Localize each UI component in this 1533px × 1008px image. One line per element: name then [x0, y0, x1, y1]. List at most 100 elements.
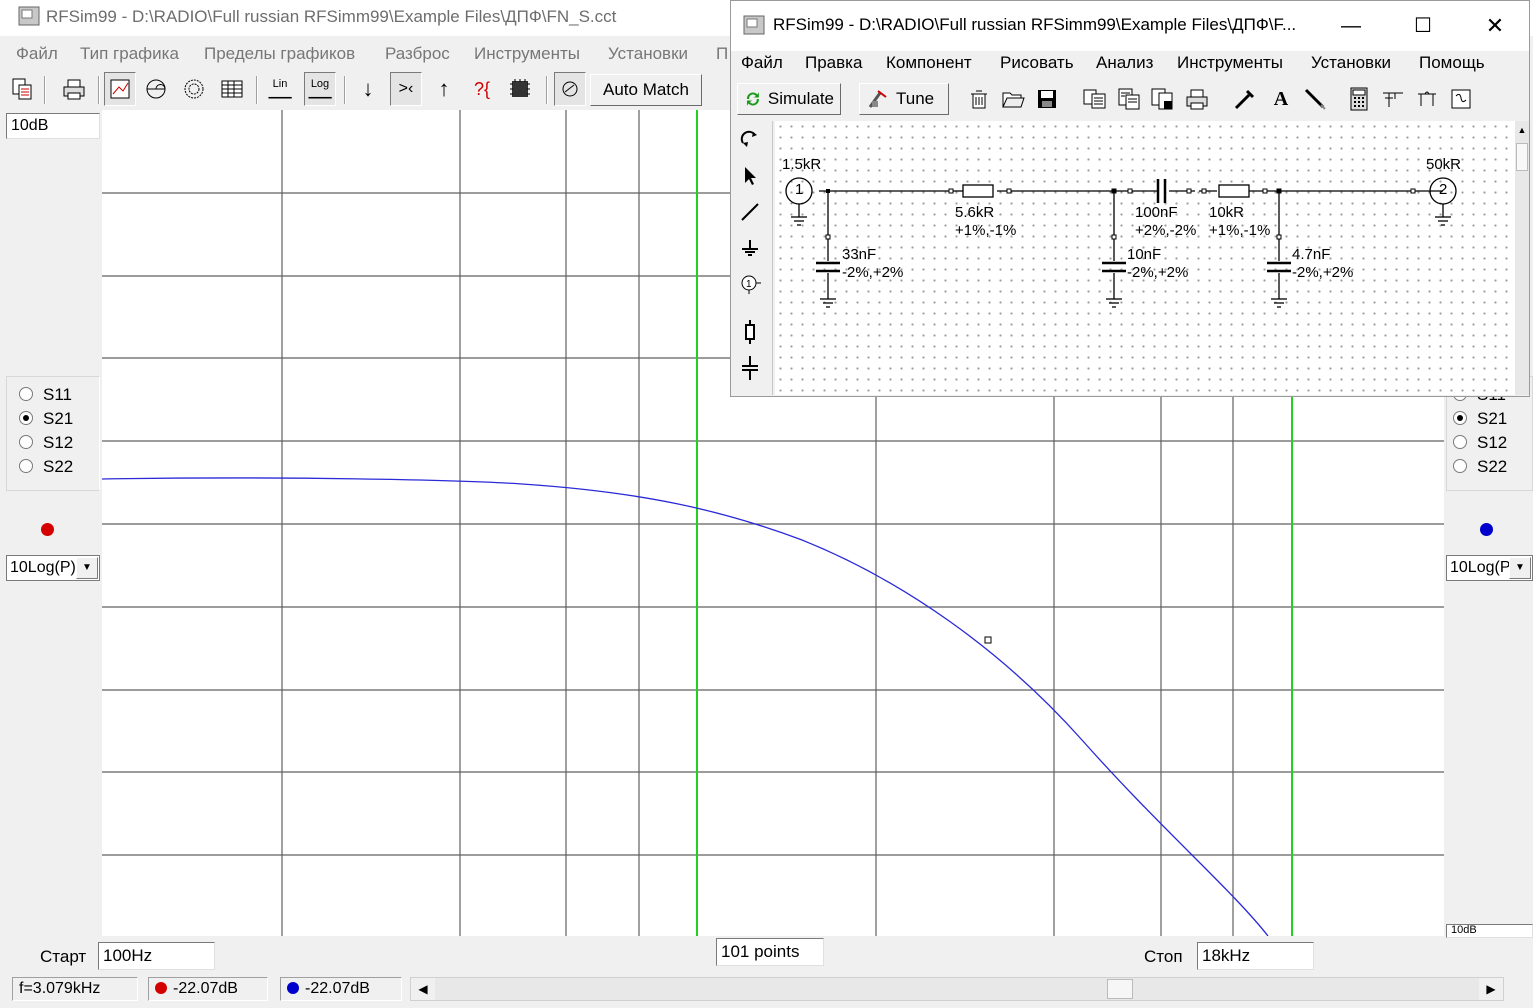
log-scale-icon[interactable]: Log ▁▁▁ [304, 72, 336, 106]
fmenu-analysis[interactable]: Анализ [1096, 53, 1153, 73]
duplicate-icon[interactable] [1149, 85, 1177, 113]
arrows-in-icon[interactable]: >‹ [390, 72, 422, 106]
start-freq-input[interactable]: 100Hz [98, 942, 215, 970]
stub-icon[interactable] [1413, 85, 1441, 113]
wire-icon[interactable] [735, 197, 765, 227]
horizontal-scrollbar[interactable]: ◀ ▶ [410, 977, 1504, 1001]
transmission-line-icon[interactable] [1379, 85, 1407, 113]
maximize-icon[interactable]: ☐ [1403, 11, 1443, 41]
scroll-thumb[interactable] [1107, 979, 1133, 999]
left-radio-s21-button[interactable] [19, 411, 33, 425]
capacitor-icon[interactable] [735, 353, 765, 383]
c4-value[interactable]: 4.7nF [1292, 246, 1330, 263]
fmenu-draw[interactable]: Рисовать [1000, 53, 1074, 73]
schematic-window[interactable]: RFSim99 - D:\RADIO\Full russian RFSimm99… [730, 0, 1530, 397]
left-radio-s11[interactable]: S11 [19, 385, 72, 405]
c1-value[interactable]: 33nF [842, 246, 876, 263]
arrow-down-icon[interactable]: ↓ [352, 72, 384, 106]
simulate-button[interactable]: Simulate [737, 83, 841, 115]
copy-component-icon[interactable] [1081, 85, 1109, 113]
delete-icon[interactable] [965, 85, 993, 113]
left-scale-mode-select[interactable]: 10Log(P) ▼ [6, 555, 100, 581]
fmenu-help[interactable]: Помощь [1419, 53, 1485, 73]
fmenu-file[interactable]: Файл [741, 53, 783, 73]
function-icon[interactable] [1447, 85, 1475, 113]
scroll-up-icon[interactable]: ▲ [1515, 121, 1529, 139]
right-radio-s12-button[interactable] [1453, 435, 1467, 449]
smith-chart-icon[interactable] [140, 72, 172, 106]
fmenu-settings[interactable]: Установки [1311, 53, 1391, 73]
paste-icon[interactable] [1115, 85, 1143, 113]
points-input[interactable]: 101 points [716, 938, 824, 966]
right-trace-color-dot[interactable] [1480, 523, 1493, 536]
open-folder-icon[interactable] [999, 85, 1027, 113]
left-radio-s22-button[interactable] [19, 459, 33, 473]
chevron-down-icon[interactable]: ▼ [1509, 557, 1531, 579]
pencil-icon[interactable] [1301, 85, 1329, 113]
menu-file[interactable]: Файл [16, 44, 58, 64]
right-radio-s21[interactable]: S21 [1453, 409, 1507, 429]
table-icon[interactable] [216, 72, 248, 106]
right-radio-s22-button[interactable] [1453, 459, 1467, 473]
c2-value[interactable]: 10nF [1127, 246, 1161, 263]
menu-settings[interactable]: Установки [608, 44, 688, 64]
right-radio-s21-button[interactable] [1453, 411, 1467, 425]
rect-plot-icon[interactable] [104, 72, 136, 106]
right-radio-s12-label: S12 [1477, 433, 1508, 452]
chevron-down-icon[interactable]: ▼ [76, 557, 98, 579]
schematic-vertical-scrollbar[interactable]: ▲ [1515, 121, 1529, 395]
left-trace-color-dot[interactable] [41, 523, 54, 536]
menu-graph-type[interactable]: Тип графика [80, 44, 179, 64]
save-icon[interactable] [1033, 85, 1061, 113]
menu-more[interactable]: П [716, 44, 728, 64]
print-icon[interactable] [58, 72, 90, 106]
auto-match-button[interactable]: Auto Match [590, 74, 702, 106]
scroll-thumb[interactable] [1516, 143, 1528, 171]
menu-graph-limits[interactable]: Пределы графиков [204, 44, 355, 64]
left-scale-field[interactable]: 10dB [6, 113, 100, 139]
component-icon[interactable] [504, 72, 536, 106]
right-radio-s12[interactable]: S12 [1453, 433, 1507, 453]
select-arrow-icon[interactable] [735, 161, 765, 191]
arrow-up-icon[interactable]: ↑ [428, 72, 460, 106]
rotate-icon[interactable] [735, 125, 765, 155]
scroll-left-icon[interactable]: ◀ [411, 978, 435, 1000]
r2-value[interactable]: 10kR [1209, 204, 1244, 221]
front-window-titlebar[interactable]: RFSim99 - D:\RADIO\Full russian RFSimm99… [731, 1, 1529, 51]
polar-chart-icon[interactable] [178, 72, 210, 106]
schematic-canvas[interactable]: 1 1.5kR 2 50kR 5.6kR +1%,-1% 33nF -2%,+2… [775, 121, 1515, 395]
close-icon[interactable]: ✕ [1475, 11, 1515, 41]
right-scale-mode-select[interactable]: 10Log(P) ▼ [1446, 555, 1533, 581]
fmenu-edit[interactable]: Правка [805, 53, 862, 73]
scroll-right-icon[interactable]: ▶ [1479, 978, 1503, 1000]
left-radio-s12[interactable]: S12 [19, 433, 73, 453]
right-scale-field[interactable]: 10dB [1446, 924, 1533, 938]
calculator-icon[interactable] [1345, 85, 1373, 113]
left-radio-s11-button[interactable] [19, 387, 33, 401]
print-icon[interactable] [1183, 85, 1211, 113]
probe-icon[interactable] [1231, 85, 1259, 113]
ground-icon[interactable] [735, 233, 765, 263]
text-icon[interactable]: A [1267, 85, 1295, 113]
match-icon[interactable] [554, 72, 586, 106]
menu-spread[interactable]: Разброс [385, 44, 450, 64]
left-radio-s21[interactable]: S21 [19, 409, 73, 429]
lin-scale-icon[interactable]: Lin ▁▁▁ [264, 72, 296, 106]
copy-icon[interactable] [6, 72, 38, 106]
r1-tolerance: +1%,-1% [955, 222, 1017, 239]
menu-tools[interactable]: Инструменты [474, 44, 580, 64]
tune-button[interactable]: Tune [859, 83, 949, 115]
left-radio-s22[interactable]: S22 [19, 457, 73, 477]
r1-value[interactable]: 5.6kR [955, 204, 994, 221]
stop-freq-input[interactable]: 18kHz [1197, 942, 1314, 970]
left-radio-s12-button[interactable] [19, 435, 33, 449]
resistor-icon[interactable] [735, 317, 765, 347]
r2-tolerance: +1%,-1% [1209, 222, 1271, 239]
fmenu-component[interactable]: Компонент [886, 53, 972, 73]
right-radio-s22[interactable]: S22 [1453, 457, 1507, 477]
help-bracket-icon[interactable]: ?{ [466, 72, 498, 106]
port-icon[interactable]: 1 [735, 269, 765, 299]
minimize-icon[interactable]: — [1331, 11, 1371, 41]
fmenu-tools[interactable]: Инструменты [1177, 53, 1283, 73]
c3-value[interactable]: 100nF [1135, 204, 1178, 221]
